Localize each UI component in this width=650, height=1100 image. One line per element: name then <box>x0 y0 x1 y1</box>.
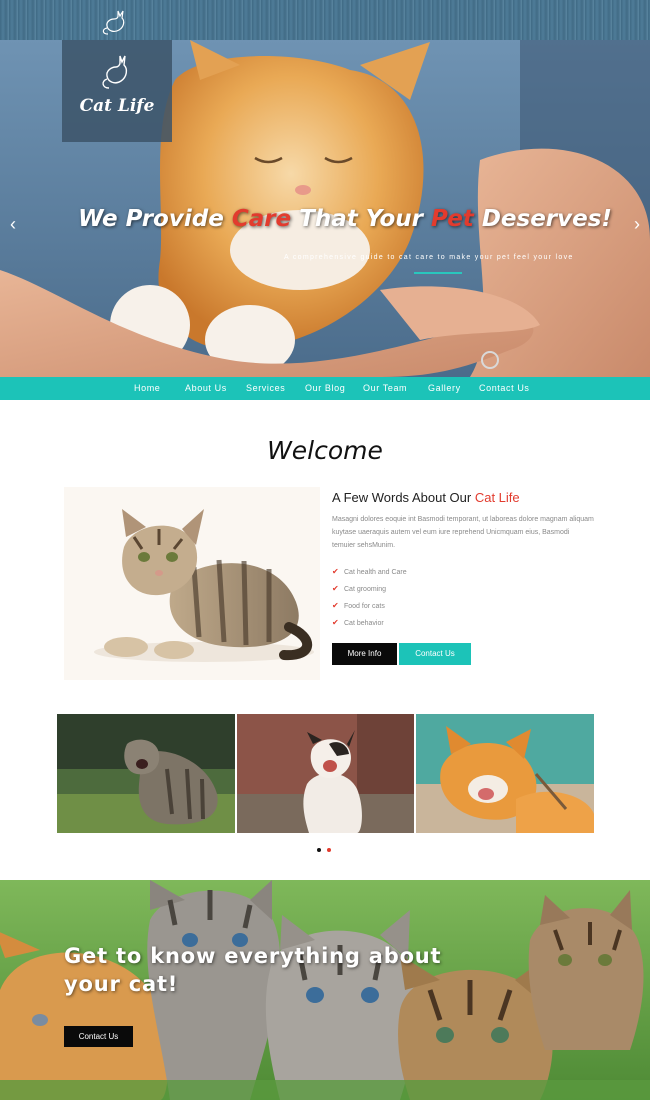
banner-contact-button[interactable]: Contact Us <box>64 1026 133 1047</box>
more-info-button[interactable]: More Info <box>332 643 397 665</box>
nav-item-contact-us[interactable]: Contact Us <box>479 377 530 400</box>
top-strip <box>0 0 650 40</box>
site-logo[interactable]: Cat Life <box>62 40 172 142</box>
nav-item-about-us[interactable]: About Us <box>185 377 227 400</box>
nav-item-our-team[interactable]: Our Team <box>363 377 407 400</box>
cat-logo-icon <box>102 55 128 89</box>
hero-title-part2: That Your <box>291 206 431 232</box>
gallery-image-2[interactable] <box>237 714 414 833</box>
nav-item-our-blog[interactable]: Our Blog <box>305 377 345 400</box>
nav-item-gallery[interactable]: Gallery <box>428 377 461 400</box>
about-heading-prefix: A Few Words About Our <box>332 490 475 505</box>
list-item: ✔ Food for cats <box>332 597 552 614</box>
list-item-label: Cat grooming <box>344 586 387 593</box>
about-heading-accent: Cat Life <box>474 490 520 505</box>
about-paragraph: Masagni dolores eoquie int Basmodi tempo… <box>332 516 594 549</box>
main-nav: Home About Us Services Our Blog Our Team… <box>0 377 650 400</box>
list-item: ✔ Cat grooming <box>332 580 552 597</box>
slider-prev-arrow-icon[interactable]: ‹ <box>5 214 21 234</box>
pagination-dot-active[interactable] <box>327 848 331 852</box>
check-icon: ✔ <box>332 618 339 627</box>
pagination-dot[interactable] <box>317 848 321 852</box>
slider-next-arrow-icon[interactable]: › <box>629 214 645 234</box>
feature-list: ✔ Cat health and Care ✔ Cat grooming ✔ Food… <box>332 563 552 631</box>
welcome-title: Welcome <box>267 436 383 465</box>
gallery-image-1[interactable] <box>57 714 235 833</box>
about-cat-image <box>64 487 320 680</box>
banner-title: Get to know everything about your cat! <box>64 944 442 996</box>
contact-us-button[interactable]: Contact Us <box>399 643 471 665</box>
hero-title-accent-care: Care <box>231 206 292 232</box>
hero-title-part3: Deserves! <box>473 206 612 232</box>
list-item: ✔ Cat health and Care <box>332 563 552 580</box>
list-item: ✔ Cat behavior <box>332 614 552 631</box>
hero-title-accent-pet: Pet <box>430 206 474 232</box>
check-icon: ✔ <box>332 567 339 576</box>
list-item-label: Food for cats <box>344 603 385 610</box>
logo-text: Cat Life <box>79 96 155 116</box>
cta-banner: Get to know everything about your cat! <box>0 880 650 1100</box>
check-icon: ✔ <box>332 584 339 593</box>
gallery-pagination <box>317 848 335 854</box>
list-item-label: Cat behavior <box>344 620 384 627</box>
check-icon: ✔ <box>332 601 339 610</box>
cat-logo-icon <box>102 10 125 35</box>
about-heading: A Few Words About Our Cat Life <box>332 490 520 505</box>
gallery-image-3[interactable] <box>416 714 594 833</box>
hero-subtitle: A comprehensive guide to cat care to mak… <box>284 254 574 261</box>
hero-slider: Cat Life We Provide Care That Your Pet D… <box>0 40 650 377</box>
hero-title: We Provide Care That Your Pet Deserves! <box>0 206 650 232</box>
hero-title-part1: We Provide <box>78 206 232 232</box>
list-item-label: Cat health and Care <box>344 569 407 576</box>
nav-item-home[interactable]: Home <box>134 377 160 400</box>
nav-item-services[interactable]: Services <box>246 377 285 400</box>
hero-divider <box>414 272 462 274</box>
